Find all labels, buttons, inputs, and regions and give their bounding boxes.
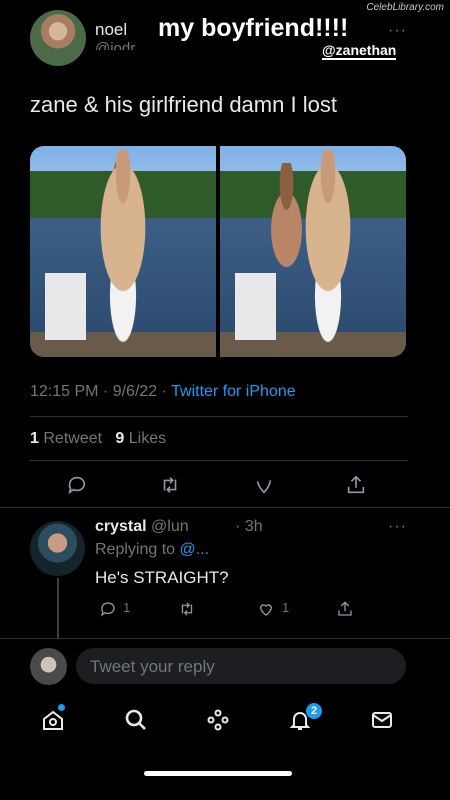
divider [0, 507, 450, 508]
replying-to: Replying to @... [95, 541, 209, 559]
retweet-label[interactable]: Retweet [43, 430, 102, 447]
like-label[interactable]: Likes [129, 430, 166, 447]
reply-more-icon[interactable]: ··· [388, 518, 407, 536]
reply-text: He's STRAIGHT? [95, 568, 229, 587]
reply-share-icon[interactable] [332, 596, 358, 622]
tweet-text: zane & his girlfriend damn I lost [30, 92, 337, 117]
tweet-meta: 12:15 PM · 9/6/22 · Twitter for iPhone [30, 383, 296, 401]
my-avatar [30, 648, 67, 685]
reply-author-name[interactable]: crystal [95, 518, 147, 535]
story-mention-tag[interactable]: @zanethan [322, 42, 397, 60]
like-icon[interactable] [251, 472, 277, 498]
story-sticker-title: my boyfriend!!!! [158, 14, 349, 42]
like-count[interactable]: 9 [115, 430, 124, 447]
tweet-timestamp: 12:15 PM · 9/6/22 · [30, 383, 172, 400]
replying-to-label: Replying to [95, 541, 176, 558]
tweet-source-link[interactable]: Twitter for iPhone [171, 383, 296, 400]
reply-like-icon[interactable] [253, 596, 279, 622]
reply-retweet-icon[interactable] [174, 596, 200, 622]
divider [0, 638, 450, 639]
reply-like-count: 1 [282, 600, 290, 615]
reply-author-avatar[interactable] [30, 521, 85, 576]
home-indicator[interactable] [144, 771, 292, 776]
spaces-icon[interactable] [205, 707, 231, 733]
author-avatar[interactable] [30, 10, 86, 66]
retweet-icon[interactable] [157, 472, 183, 498]
divider [30, 460, 408, 461]
reply-time: · 3h [235, 518, 263, 535]
tweet-photo-1[interactable] [30, 146, 216, 357]
retweet-count[interactable]: 1 [30, 430, 39, 447]
divider [30, 416, 408, 417]
search-icon[interactable] [123, 707, 149, 733]
reply-reply-icon[interactable] [95, 596, 121, 622]
replying-to-handle[interactable]: @... [180, 541, 210, 558]
reply-author-handle[interactable]: @lun [151, 518, 189, 535]
reply-input-placeholder[interactable]: Tweet your reply [90, 657, 215, 677]
watermark: CelebLibrary.com [366, 2, 444, 13]
author-name[interactable]: noel [95, 20, 127, 40]
notifications-badge: 2 [306, 703, 322, 719]
reply-reply-count: 1 [123, 600, 131, 615]
home-unread-dot [58, 704, 65, 711]
share-icon[interactable] [343, 472, 369, 498]
reply-icon[interactable] [64, 472, 90, 498]
thread-line [57, 578, 59, 638]
tweet-stats: 1 Retweet 9 Likes [30, 430, 166, 448]
tweet-more-icon[interactable]: ··· [388, 22, 407, 40]
reply-author: crystal @lun · 3h [95, 518, 263, 536]
tweet-photo-2[interactable] [220, 146, 406, 357]
messages-icon[interactable] [369, 707, 395, 733]
